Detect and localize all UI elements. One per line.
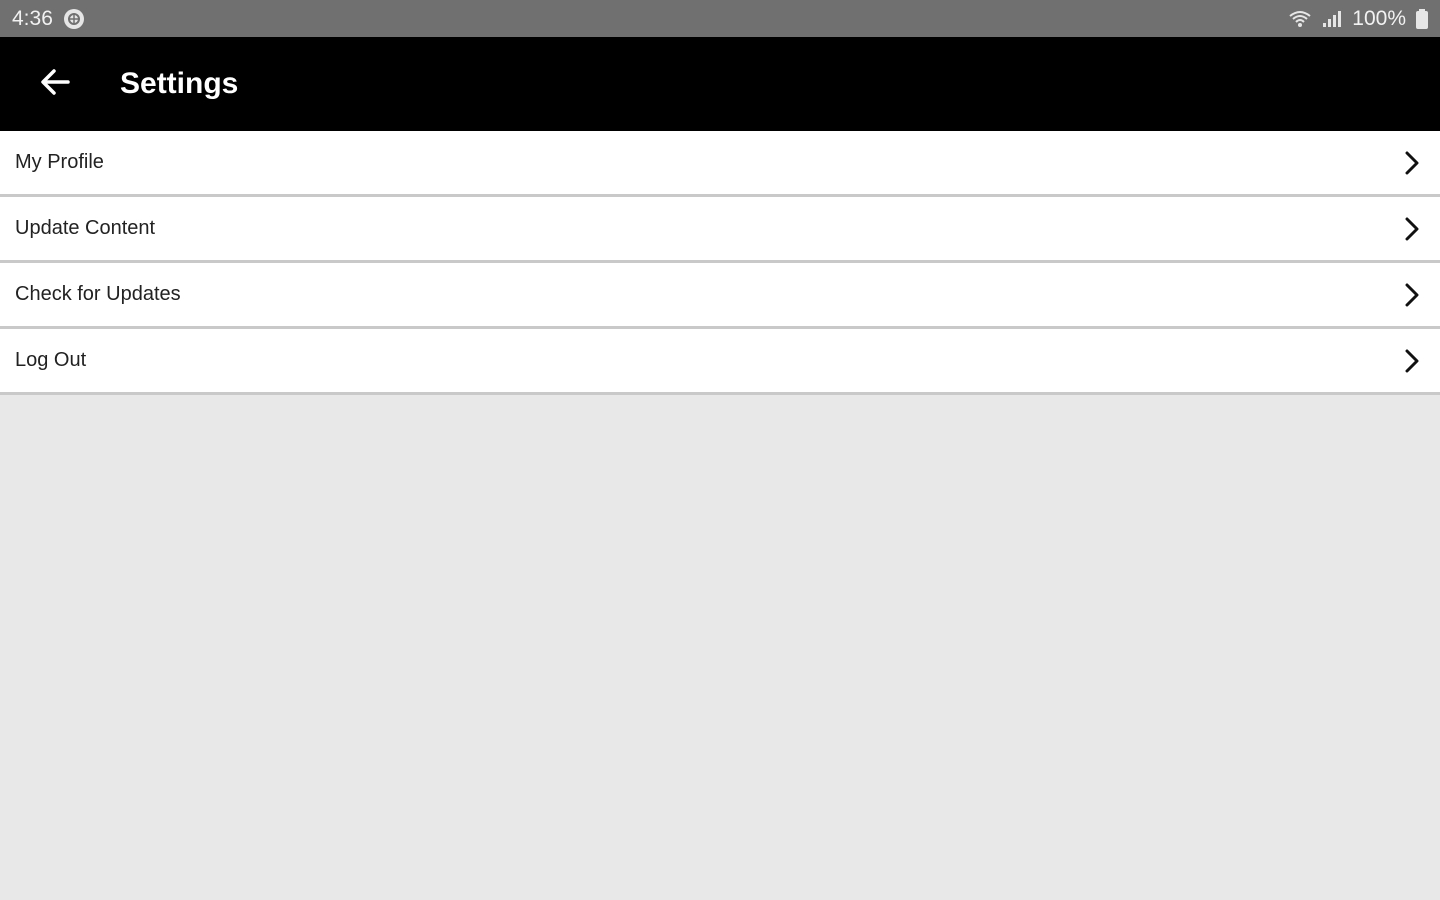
settings-item-update-content[interactable]: Update Content (0, 197, 1440, 263)
settings-item-my-profile[interactable]: My Profile (0, 131, 1440, 197)
battery-icon (1416, 8, 1428, 29)
status-bar: 4:36 100% (0, 0, 1440, 37)
battery-percent: 100% (1352, 6, 1406, 30)
settings-list: My Profile Update Content Check for Upda… (0, 131, 1440, 395)
signal-icon (1322, 10, 1342, 28)
settings-item-label: Update Content (15, 217, 156, 239)
settings-item-log-out[interactable]: Log Out (0, 329, 1440, 395)
settings-item-label: Log Out (15, 349, 87, 371)
wifi-icon (1288, 10, 1312, 28)
status-right: 100% (1288, 7, 1428, 31)
status-time: 4:36 (12, 6, 53, 30)
settings-item-label: Check for Updates (15, 283, 181, 305)
back-button[interactable] (20, 49, 90, 119)
page-title: Settings (120, 67, 239, 100)
chevron-right-icon (1404, 283, 1420, 307)
notification-icon (63, 8, 85, 30)
settings-item-label: My Profile (15, 151, 104, 173)
chevron-right-icon (1404, 217, 1420, 241)
chevron-right-icon (1404, 151, 1420, 175)
settings-item-check-for-updates[interactable]: Check for Updates (0, 263, 1440, 329)
app-bar: Settings (0, 37, 1440, 131)
status-left: 4:36 (12, 7, 85, 31)
back-arrow-icon (40, 68, 70, 100)
chevron-right-icon (1404, 349, 1420, 373)
